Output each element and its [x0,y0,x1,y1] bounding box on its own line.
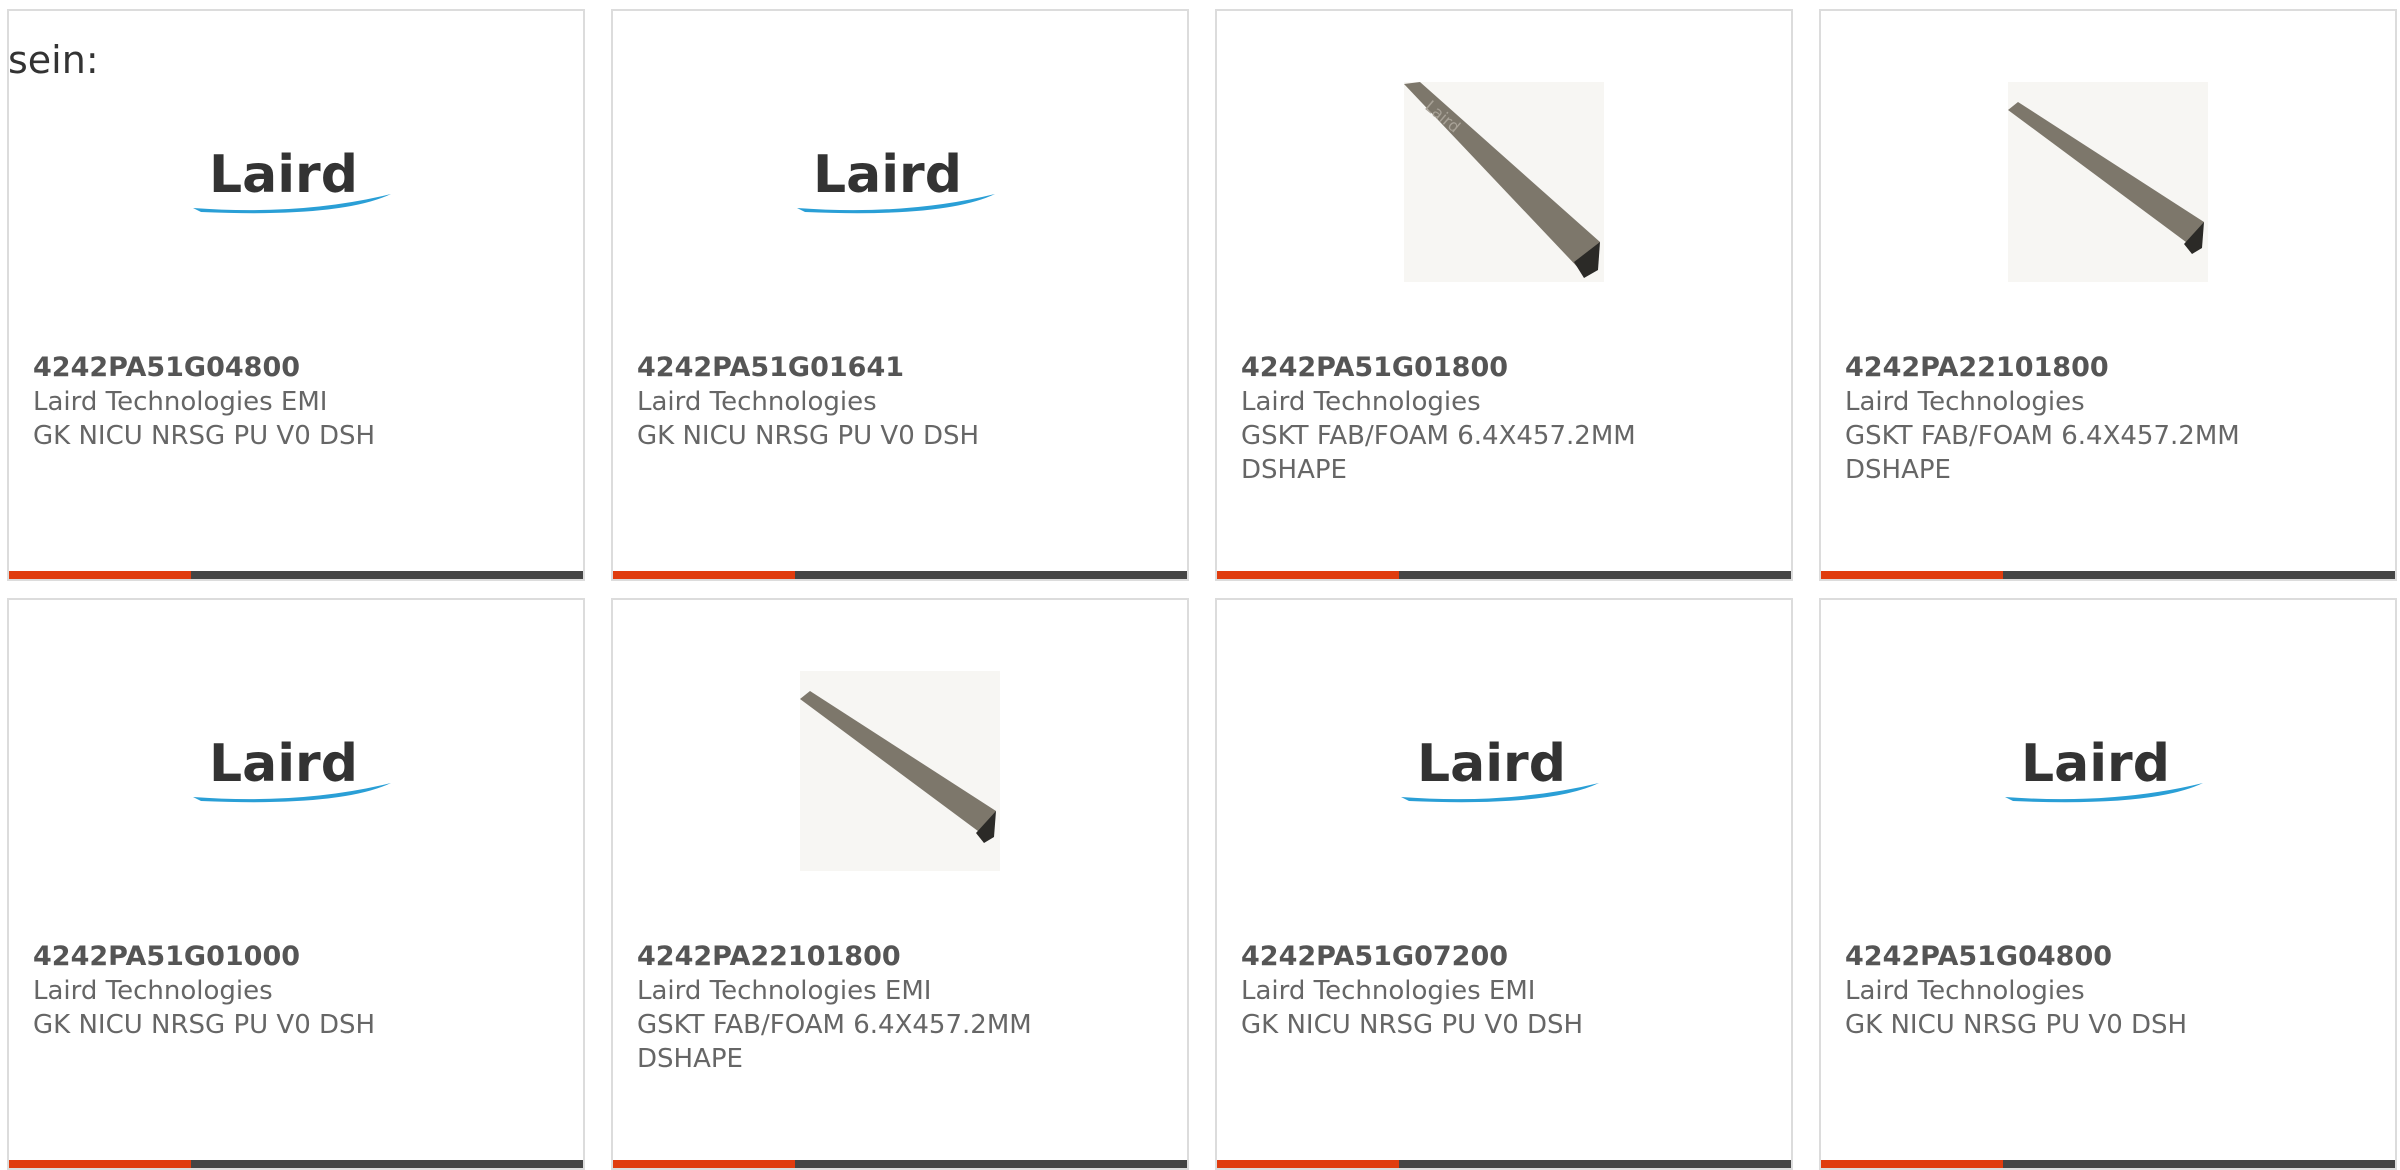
product-image[interactable]: Laird [1821,668,2395,874]
product-image[interactable]: Laird [1217,79,1791,285]
card-bar [1821,571,2395,579]
part-number[interactable]: 4242PA51G01800 [1241,351,1771,385]
product-card[interactable]: Laird 4242PA51G01800 Laird Technologies … [1215,9,1793,581]
laird-logo-icon: Laird [2005,734,2203,803]
product-card[interactable]: Laird 4242PA51G07200 Laird Technologies … [1215,598,1793,1170]
card-bar-accent [9,571,191,579]
product-card[interactable]: Laird 4242PA51G04800 Laird Technologies … [7,9,585,581]
description: GK NICU NRSG PU V0 DSH [33,421,376,451]
gasket-photo-icon: Laird [1404,82,1604,282]
part-number[interactable]: 4242PA51G04800 [33,351,563,385]
product-card[interactable]: Laird 4242PA51G01000 Laird Technologies … [7,598,585,1170]
svg-text:Laird: Laird [209,734,358,794]
product-image[interactable] [1821,79,2395,285]
product-card[interactable]: 4242PA22101800 Laird Technologies EMI GS… [611,598,1189,1170]
card-bar-accent [1217,571,1399,579]
manufacturer: Laird Technologies EMI [33,387,328,417]
product-image[interactable]: Laird [9,668,583,874]
product-image[interactable]: Laird [613,79,1187,285]
description: GK NICU NRSG PU V0 DSH [1241,1010,1584,1040]
manufacturer: Laird Technologies [1845,976,2085,1006]
card-bar [1217,571,1791,579]
gasket-photo-icon [2008,82,2208,282]
product-image[interactable] [613,668,1187,874]
part-number[interactable]: 4242PA51G01000 [33,940,563,974]
card-bar [9,571,583,579]
manufacturer: Laird Technologies EMI [1241,976,1536,1006]
laird-logo-icon: Laird [797,145,995,214]
description-cont: DSHAPE [1845,455,1951,485]
card-bar-accent [613,571,795,579]
manufacturer: Laird Technologies [1845,387,2085,417]
product-card[interactable]: Laird 4242PA51G04800 Laird Technologies … [1819,598,2397,1170]
manufacturer: Laird Technologies [637,387,877,417]
svg-text:Laird: Laird [813,145,962,205]
product-image[interactable]: Laird [9,79,583,285]
product-card[interactable]: 4242PA22101800 Laird Technologies GSKT F… [1819,9,2397,581]
laird-logo-icon: Laird [1401,734,1599,803]
part-number[interactable]: 4242PA51G04800 [1845,940,2375,974]
intro-text: sein: [8,38,99,82]
manufacturer: Laird Technologies [1241,387,1481,417]
gasket-photo-icon [800,671,1000,871]
laird-logo-icon: Laird [193,145,391,214]
part-number[interactable]: 4242PA22101800 [1845,351,2375,385]
product-image[interactable]: Laird [1217,668,1791,874]
product-card[interactable]: Laird 4242PA51G01641 Laird Technologies … [611,9,1189,581]
description-cont: DSHAPE [637,1044,743,1074]
card-bar-accent [1821,571,2003,579]
part-number[interactable]: 4242PA51G07200 [1241,940,1771,974]
description: GK NICU NRSG PU V0 DSH [1845,1010,2188,1040]
manufacturer: Laird Technologies [33,976,273,1006]
part-number[interactable]: 4242PA51G01641 [637,351,1167,385]
card-bar [613,571,1187,579]
description: GK NICU NRSG PU V0 DSH [33,1010,376,1040]
part-number[interactable]: 4242PA22101800 [637,940,1167,974]
description: GSKT FAB/FOAM 6.4X457.2MM [1241,421,1636,451]
svg-text:Laird: Laird [2021,734,2170,794]
description: GSKT FAB/FOAM 6.4X457.2MM [637,1010,1032,1040]
product-grid: sein: Laird 4242PA51G04800 Laird Technol… [0,0,2400,1170]
manufacturer: Laird Technologies EMI [637,976,932,1006]
description: GK NICU NRSG PU V0 DSH [637,421,980,451]
svg-text:Laird: Laird [209,145,358,205]
description-cont: DSHAPE [1241,455,1347,485]
description: GSKT FAB/FOAM 6.4X457.2MM [1845,421,2240,451]
laird-logo-icon: Laird [193,734,391,803]
svg-text:Laird: Laird [1417,734,1566,794]
